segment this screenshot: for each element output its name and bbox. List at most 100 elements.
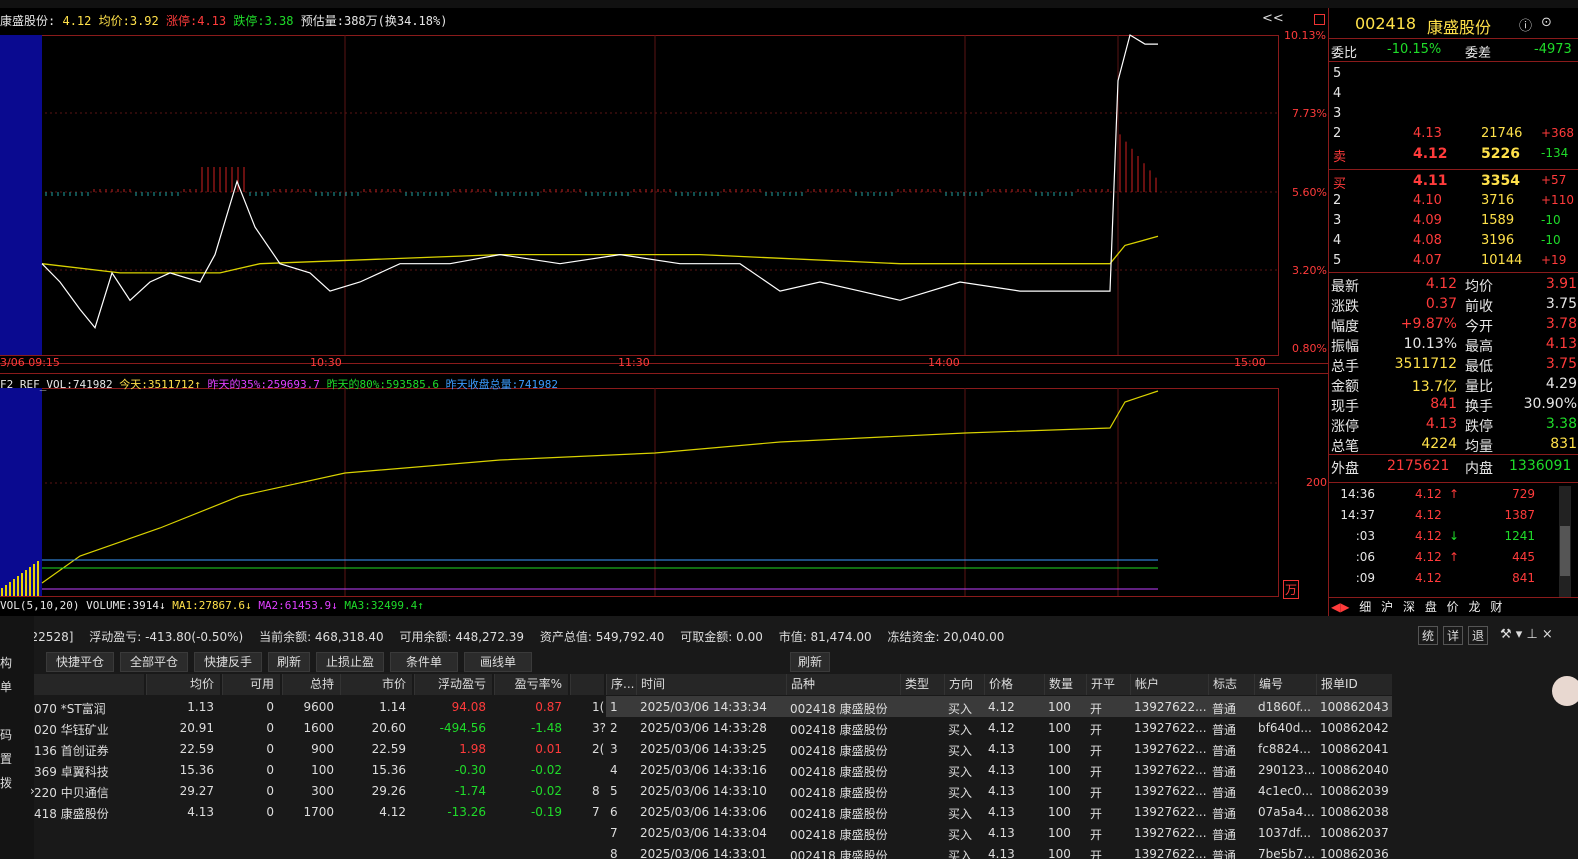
- cell-avg: 4.13: [187, 805, 214, 819]
- ask-level[interactable]: 4: [1329, 84, 1578, 104]
- order-cell: 13927622...: [1134, 742, 1207, 756]
- tick-scrollbar[interactable]: [1559, 486, 1571, 598]
- col-header[interactable]: 可用: [222, 674, 280, 695]
- order-cell: 002418 康盛股份: [790, 849, 888, 859]
- bid-level[interactable]: 5 4.07 10144 +19: [1329, 251, 1578, 271]
- level-label: 3: [1333, 213, 1342, 228]
- orders-refresh-button[interactable]: 刷新: [790, 652, 830, 672]
- tab-prev-icon[interactable]: ◀▶: [1331, 600, 1349, 614]
- order-col-header[interactable]: 帐户: [1130, 674, 1208, 695]
- tools-icon[interactable]: ⚒ ▾ ⊥ ×: [1500, 627, 1553, 642]
- bid-change: +57: [1541, 173, 1567, 187]
- stop-button[interactable]: 止损止盈: [316, 652, 384, 672]
- order-col-header[interactable]: 类型: [900, 674, 944, 695]
- stats-button[interactable]: 统: [1418, 626, 1438, 645]
- side-tab[interactable]: 拨: [0, 774, 12, 791]
- order-col-header[interactable]: 时间: [636, 674, 786, 695]
- stat-value: 4224: [1421, 436, 1457, 452]
- order-col-header[interactable]: 品种: [786, 674, 900, 695]
- stat-row: 总笔 4224 均量 831: [1329, 434, 1578, 455]
- order-cell: 4c1ec0...: [1258, 784, 1313, 798]
- cell-rate: -0.19: [530, 805, 562, 819]
- line-order-button[interactable]: 画线单: [464, 652, 532, 672]
- table-row[interactable]: 020 华钰矿业 20.91 0 1600 20.60 -494.56 -1.48 3?: [34, 717, 606, 738]
- side-tab[interactable]: 单: [0, 678, 12, 695]
- order-col-header[interactable]: 数量: [1044, 674, 1086, 695]
- col-header[interactable]: 总持: [282, 674, 340, 695]
- table-row[interactable]: 136 首创证券 22.59 0 900 22.59 1.98 0.01 2(: [34, 738, 604, 759]
- cell-avg: 20.91: [179, 721, 214, 735]
- settings-icon[interactable]: ⊙: [1541, 15, 1552, 30]
- quick-close-button[interactable]: 快捷平仓: [46, 652, 114, 672]
- level-label: 2: [1333, 126, 1342, 141]
- order-row[interactable]: 1 2025/03/06 14:33:34 002418 康盛股份 买入 4.12 100…: [606, 696, 1392, 717]
- order-col-header[interactable]: 标志: [1208, 674, 1254, 695]
- table-row[interactable]: 220 中贝通信 29.27 0 300 29.26 -1.74 -0.02 8: [34, 780, 604, 801]
- col-header-name: [34, 674, 144, 695]
- col-header[interactable]: 盈亏率%: [494, 674, 568, 695]
- exit-button[interactable]: 退: [1468, 626, 1488, 645]
- tab-price[interactable]: 价: [1447, 598, 1459, 615]
- tab-dragon[interactable]: 龙: [1469, 598, 1481, 615]
- tab-pan[interactable]: 盘: [1425, 598, 1437, 615]
- order-row[interactable]: 8 2025/03/06 14:33:01 002418 康盛股份 买入 4.13 100…: [606, 843, 1392, 859]
- avatar[interactable]: [1552, 676, 1578, 706]
- stat-row: 现手 841 换手 30.90%: [1329, 394, 1578, 415]
- order-row[interactable]: 3 2025/03/06 14:33:25 002418 康盛股份 买入 4.13 100…: [606, 738, 1392, 759]
- refresh-button[interactable]: 刷新: [268, 652, 310, 672]
- ask-price: 4.12: [1413, 146, 1448, 162]
- bid-level[interactable]: 2 4.10 3716 +110: [1329, 191, 1578, 211]
- order-cell: 100: [1048, 763, 1071, 777]
- unit-button[interactable]: 万: [1283, 580, 1300, 599]
- info-icon[interactable]: ⓘ: [1519, 15, 1532, 34]
- col-header[interactable]: [570, 674, 604, 695]
- order-col-header[interactable]: 开平: [1086, 674, 1130, 695]
- table-row[interactable]: 070 *ST富润 1.13 0 9600 1.14 94.08 0.87 1(: [34, 696, 604, 717]
- table-row[interactable]: 369 卓翼科技 15.36 0 100 15.36 -0.30 -0.02: [34, 759, 604, 780]
- withdrawable: 可取金额: 0.00: [680, 630, 763, 644]
- order-col-header[interactable]: 报单ID: [1316, 674, 1392, 695]
- order-col-header[interactable]: 序...: [606, 674, 636, 695]
- tab-sh[interactable]: 沪: [1381, 598, 1393, 615]
- order-cell: 100: [1048, 700, 1071, 714]
- price-line: [41, 34, 1158, 329]
- tab-finance[interactable]: 财: [1490, 598, 1502, 615]
- detail-button[interactable]: 详: [1443, 626, 1463, 645]
- col-header[interactable]: 浮动盈亏: [414, 674, 492, 695]
- close-all-button[interactable]: 全部平仓: [120, 652, 188, 672]
- order-col-header[interactable]: 方向: [944, 674, 984, 695]
- tick-row: :06 4.12 ↑ 445: [1329, 548, 1578, 568]
- bid-level[interactable]: 4 4.08 3196 -10: [1329, 231, 1578, 251]
- weibi-value: -10.15%: [1387, 42, 1442, 57]
- quick-reverse-button[interactable]: 快捷反手: [194, 652, 262, 672]
- order-col-header[interactable]: 价格: [984, 674, 1044, 695]
- order-row[interactable]: 5 2025/03/06 14:33:10 002418 康盛股份 买入 4.13 100…: [606, 780, 1392, 801]
- tab-detail[interactable]: 细: [1359, 598, 1371, 615]
- col-header[interactable]: 均价: [146, 674, 220, 695]
- bid-level[interactable]: 3 4.09 1589 -10: [1329, 211, 1578, 231]
- order-row[interactable]: 4 2025/03/06 14:33:16 002418 康盛股份 买入 4.13 100…: [606, 759, 1392, 780]
- conditional-order-button[interactable]: 条件单: [390, 652, 458, 672]
- order-row[interactable]: 6 2025/03/06 14:33:06 002418 康盛股份 买入 4.13 100…: [606, 801, 1392, 822]
- order-col-header[interactable]: 编号: [1254, 674, 1316, 695]
- table-row[interactable]: 418 康盛股份 4.13 0 1700 4.12 -13.26 -0.19 7: [34, 801, 604, 822]
- col-header[interactable]: 市价: [340, 674, 412, 695]
- side-tab[interactable]: 构: [0, 654, 12, 671]
- tab-sz[interactable]: 深: [1403, 598, 1415, 615]
- intraday-chart[interactable]: 康盛股份: 4.12 均价:3.92 涨停:4.13 跌停:3.38 预估量:3…: [0, 8, 1328, 616]
- ask-level[interactable]: 3: [1329, 104, 1578, 124]
- bid-level[interactable]: 买 4.11 3354 +57: [1329, 171, 1578, 192]
- side-tab[interactable]: 置: [0, 750, 12, 767]
- stat-label: 量比: [1465, 379, 1493, 395]
- cell-total: 900: [311, 742, 334, 756]
- order-row[interactable]: 2 2025/03/06 14:33:28 002418 康盛股份 买入 4.12 100…: [606, 717, 1392, 738]
- ask-level[interactable]: 2 4.13 21746 +368: [1329, 124, 1578, 144]
- stat-label: 总手: [1331, 359, 1359, 375]
- side-tab[interactable]: 码: [0, 726, 12, 743]
- cell-extra: 2(: [592, 742, 605, 756]
- tick-time: 14:36: [1340, 487, 1375, 501]
- order-row[interactable]: 7 2025/03/06 14:33:04 002418 康盛股份 买入 4.13 100…: [606, 822, 1392, 843]
- ask-level[interactable]: 5: [1329, 64, 1578, 84]
- tick-time: :03: [1355, 529, 1375, 543]
- ask-level[interactable]: 卖 4.12 5226 -134: [1329, 144, 1578, 165]
